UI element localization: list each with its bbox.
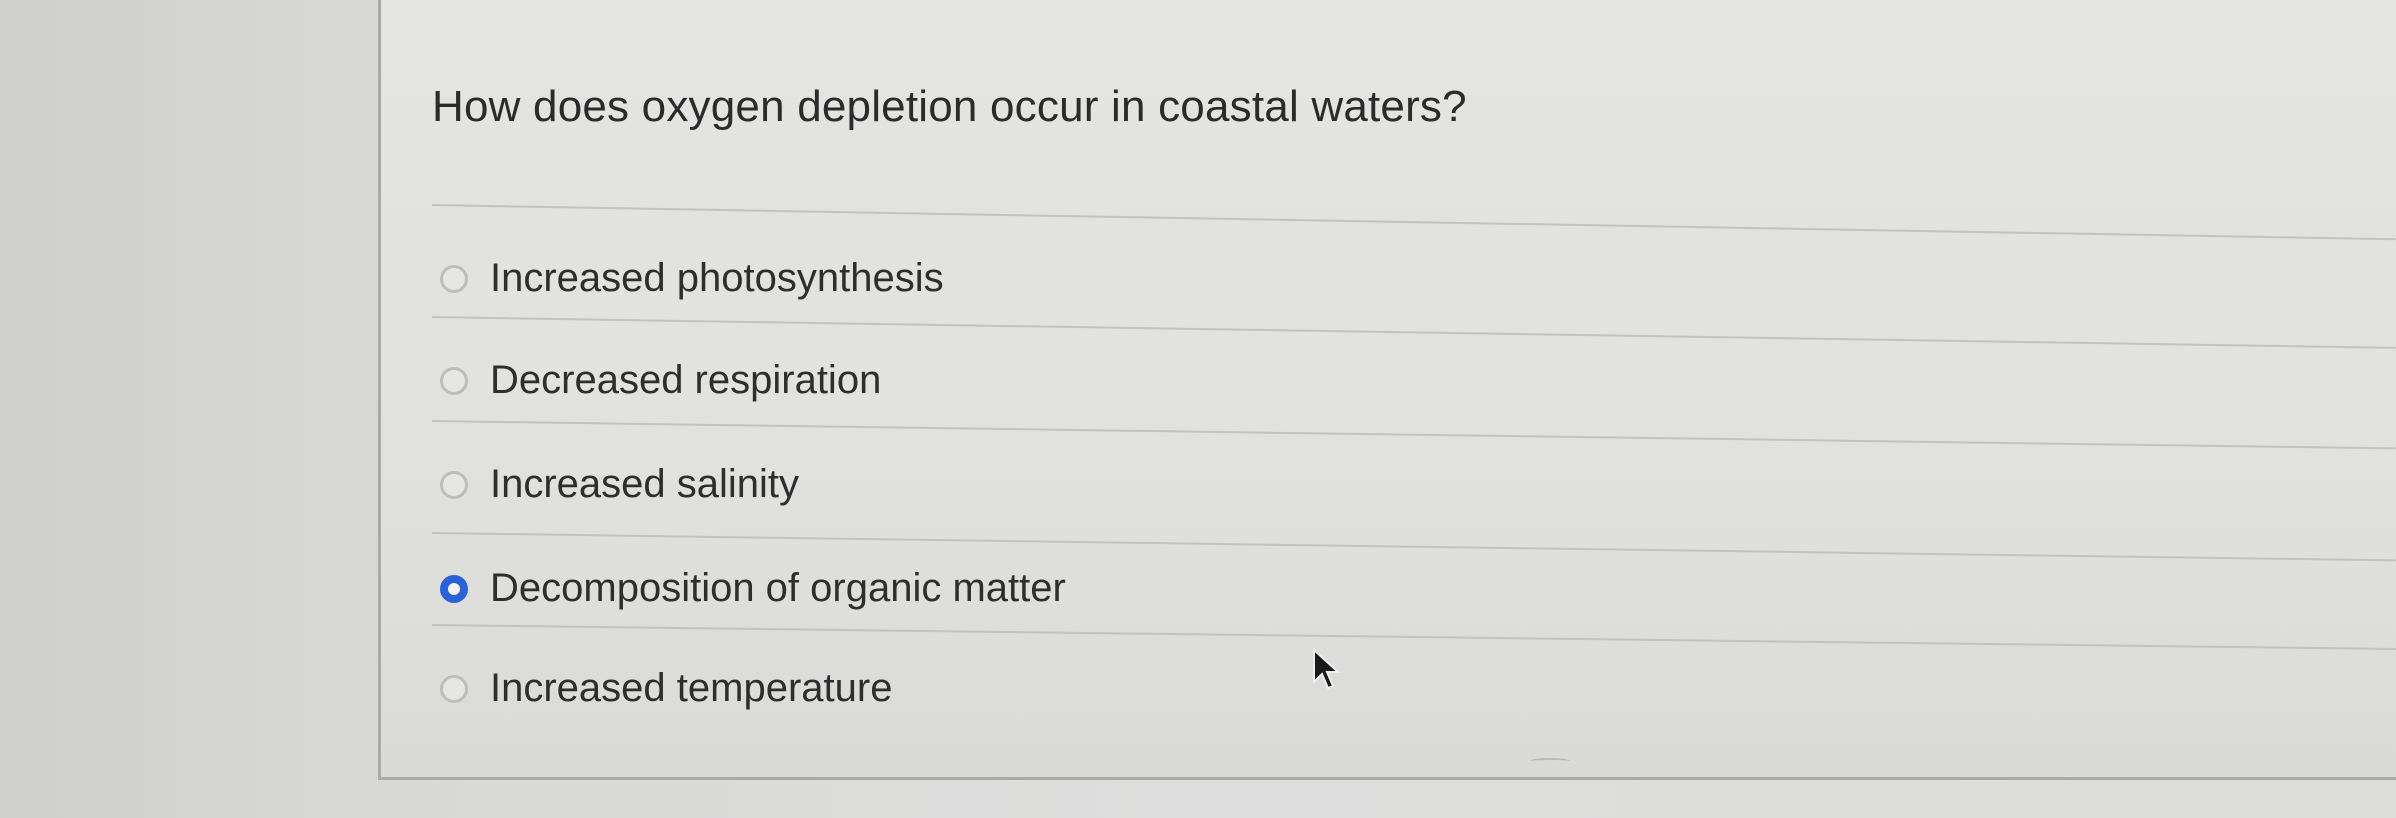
radio-unchecked-icon[interactable] xyxy=(440,366,468,395)
option-label: Increased salinity xyxy=(490,462,800,506)
radio-unchecked-icon[interactable] xyxy=(440,674,468,703)
screen: How does oxygen depletion occur in coast… xyxy=(0,0,2396,818)
radio-unchecked-icon[interactable] xyxy=(440,470,468,499)
question-text: How does oxygen depletion occur in coast… xyxy=(432,82,1467,131)
option-decreased-respiration[interactable]: Decreased respiration xyxy=(440,358,881,403)
option-label: Decreased respiration xyxy=(490,358,882,402)
arrow-cursor-icon xyxy=(1313,648,1341,690)
option-decomposition-of-organic-matter[interactable]: Decomposition of organic matter xyxy=(440,566,1066,611)
radio-checked-icon[interactable] xyxy=(440,574,468,603)
option-label: Increased temperature xyxy=(490,666,893,710)
option-increased-salinity[interactable]: Increased salinity xyxy=(440,462,799,507)
option-label: Increased photosynthesis xyxy=(490,256,944,300)
smudge-mark xyxy=(1530,758,1570,764)
option-increased-temperature[interactable]: Increased temperature xyxy=(440,666,892,711)
radio-unchecked-icon[interactable] xyxy=(440,264,468,293)
option-increased-photosynthesis[interactable]: Increased photosynthesis xyxy=(440,256,944,301)
option-label: Decomposition of organic matter xyxy=(490,566,1066,610)
